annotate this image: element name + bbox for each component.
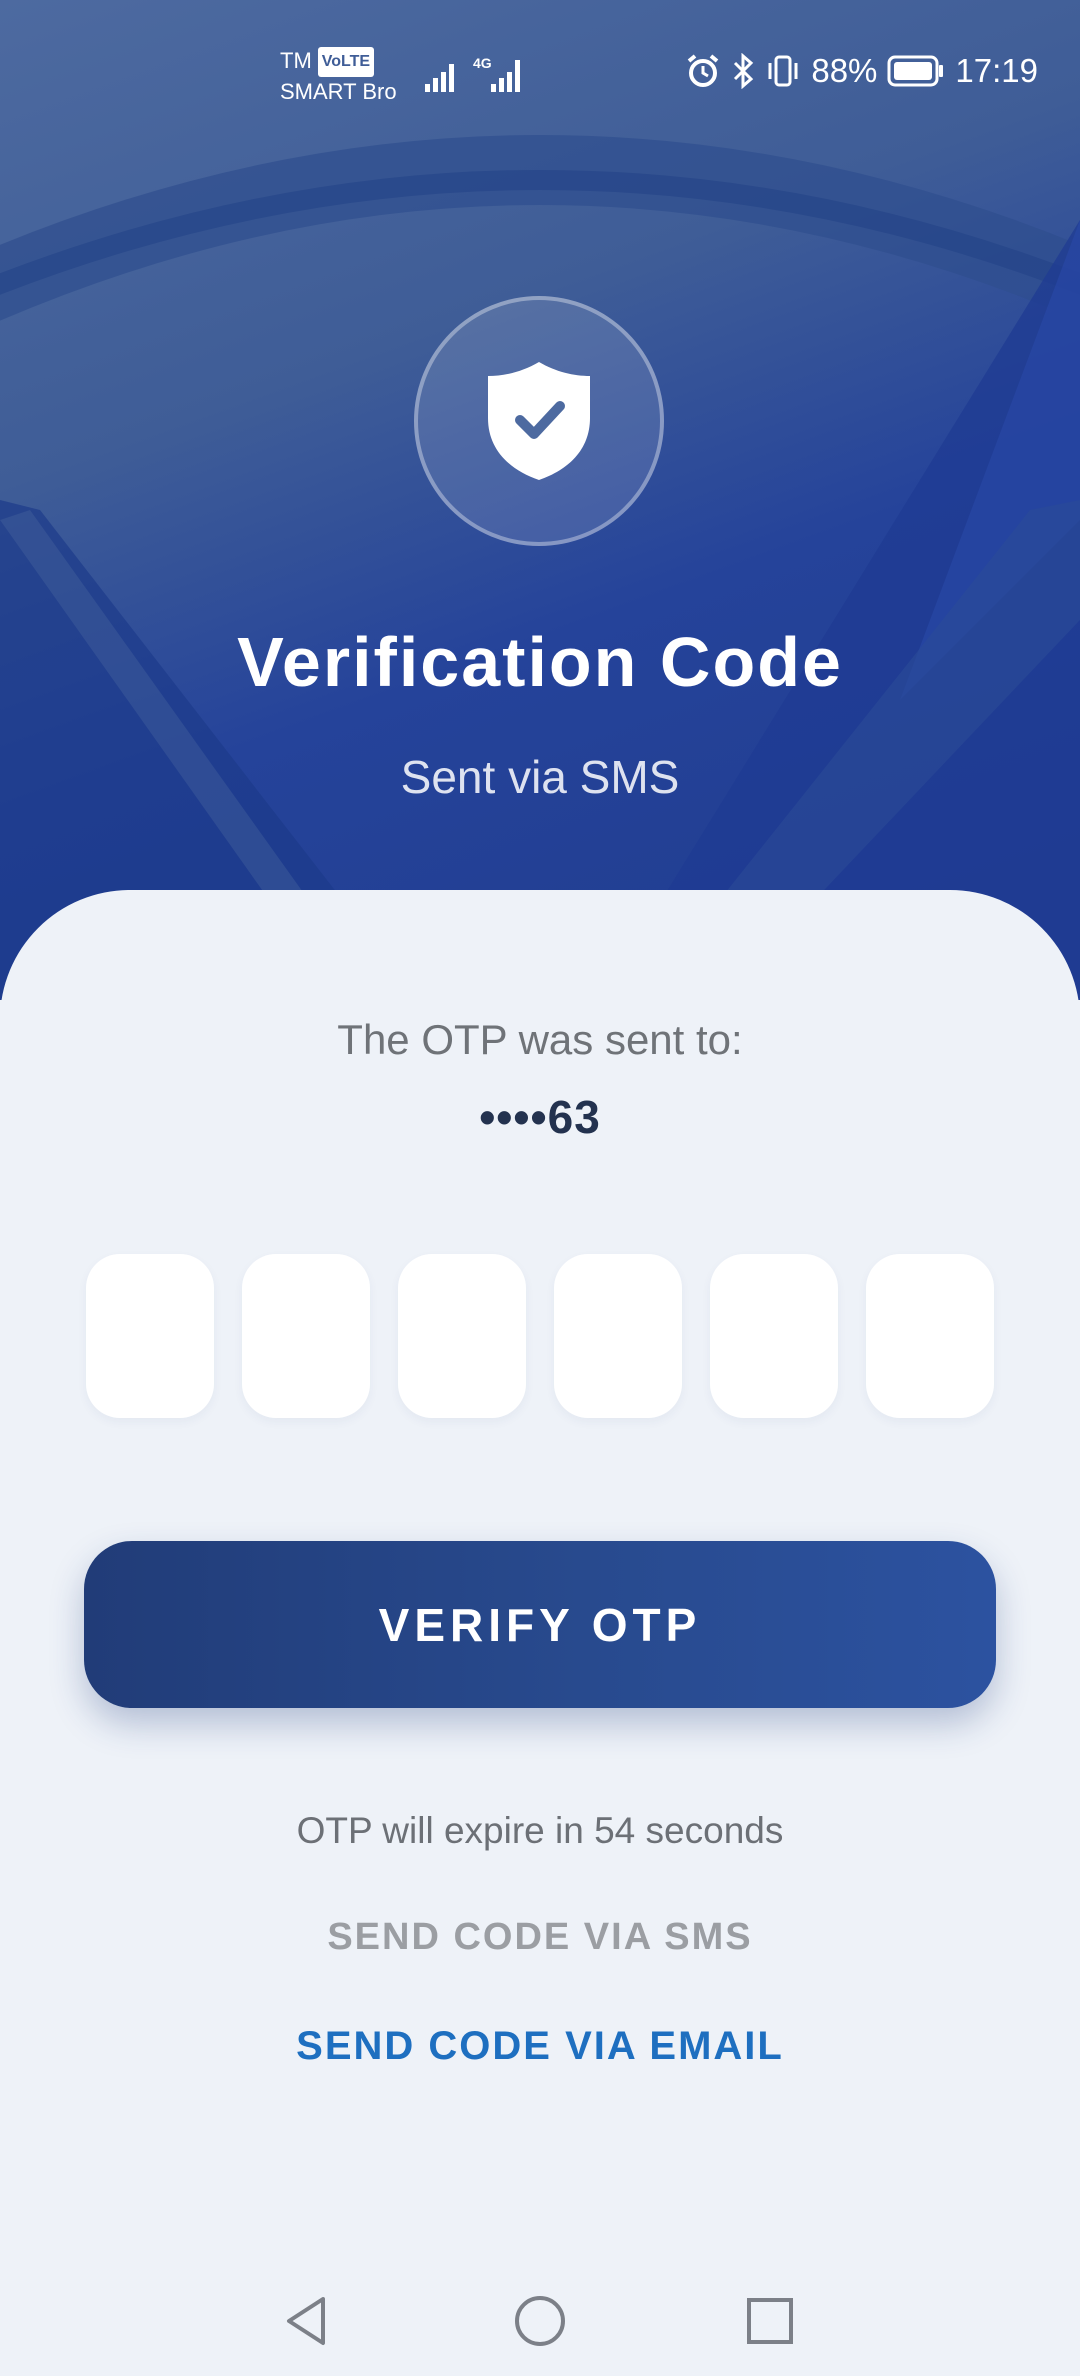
recents-icon [747, 2298, 793, 2344]
otp-digit-1[interactable] [86, 1254, 214, 1418]
otp-expiry-text: OTP will expire in 54 seconds [296, 1810, 784, 1851]
clock: 17:19 [955, 52, 1038, 89]
vibrate-icon [768, 55, 798, 87]
shield-badge [414, 296, 664, 546]
status-icons: 88% 17:19 [685, 52, 1038, 90]
page-title: Verification Code [237, 623, 843, 701]
battery-icon [887, 55, 944, 87]
send-code-sms-link[interactable]: SEND CODE VIA SMS [0, 1916, 1080, 1959]
otp-sent-label: The OTP was sent to: [337, 1016, 743, 1063]
otp-digit-2[interactable] [242, 1254, 370, 1418]
nav-home-button[interactable] [505, 2286, 575, 2356]
verify-otp-button[interactable]: VERIFY OTP [84, 1541, 996, 1708]
bluetooth-icon [734, 53, 754, 89]
carrier-name-secondary: SMART Bro [280, 79, 397, 104]
back-icon [287, 2297, 325, 2345]
otp-digit-3[interactable] [398, 1254, 526, 1418]
nav-back-button[interactable] [272, 2286, 342, 2356]
otp-input-group [86, 1254, 994, 1418]
volte-badge: VoLTE [317, 47, 375, 77]
system-nav-bar [0, 2260, 1080, 2376]
masked-phone-number: ••••63 [479, 1091, 601, 1143]
nav-recents-button[interactable] [735, 2286, 805, 2356]
header-banner: TM VoLTE SMART Bro 4G 88% 17:19 Verifica… [0, 0, 1080, 1000]
battery-percent: 88% [811, 52, 878, 89]
carrier-name: TM [280, 48, 312, 73]
otp-digit-6[interactable] [866, 1254, 994, 1418]
page-subtitle: Sent via SMS [400, 751, 680, 803]
alarm-icon [688, 54, 719, 87]
otp-digit-4[interactable] [554, 1254, 682, 1418]
network-type: 4G [473, 56, 492, 71]
status-bar: TM VoLTE SMART Bro 4G 88% 17:19 [0, 0, 1080, 140]
send-code-email-link[interactable]: SEND CODE VIA EMAIL [0, 2024, 1080, 2069]
home-icon [515, 2296, 565, 2346]
signal-icon: 4G [425, 56, 520, 92]
otp-digit-5[interactable] [710, 1254, 838, 1418]
carrier-info: TM VoLTE SMART Bro [280, 46, 397, 107]
shield-check-icon [488, 362, 590, 480]
